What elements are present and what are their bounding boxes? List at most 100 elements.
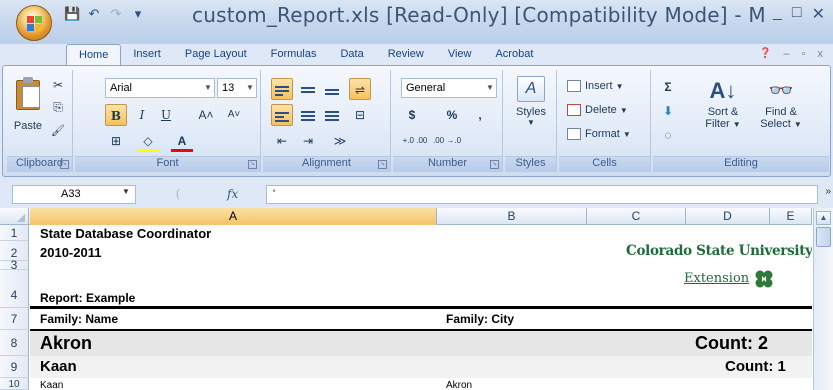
styles-button[interactable]: A Styles ▼ — [511, 76, 551, 127]
scroll-up-icon[interactable]: ▲ — [816, 211, 831, 225]
column-header-b[interactable]: B — [437, 208, 587, 225]
worksheet-grid: A B C D E 1 2 3 4 7 8 9 10 State Databas… — [0, 208, 833, 390]
tab-data[interactable]: Data — [328, 44, 375, 66]
align-right-button[interactable] — [321, 104, 343, 126]
tab-acrobat[interactable]: Acrobat — [483, 44, 545, 66]
close-button[interactable]: ✕ — [812, 4, 825, 24]
align-right-icon — [325, 110, 339, 122]
tab-formulas[interactable]: Formulas — [259, 44, 329, 66]
column-header-e[interactable]: E — [770, 208, 812, 225]
merge-center-button[interactable]: ⊟ — [349, 104, 371, 126]
shrink-font-button[interactable]: A˅ — [223, 104, 245, 126]
chevron-down-icon[interactable]: ▼ — [122, 187, 130, 196]
maximize-button[interactable]: □ — [792, 4, 802, 24]
format-painter-icon[interactable]: 🖌 — [49, 122, 67, 140]
subgroup-name: Kaan — [40, 358, 77, 375]
help-icon[interactable]: ❓ — [759, 48, 771, 60]
percent-button[interactable]: % — [441, 104, 463, 126]
align-middle-button[interactable] — [297, 78, 319, 100]
row-header[interactable]: 8 — [0, 330, 29, 356]
column-header-family-name: Family: Name — [40, 312, 119, 326]
align-center-button[interactable] — [297, 104, 319, 126]
italic-button[interactable]: I — [131, 104, 153, 126]
vertical-scrollbar[interactable]: ▲ — [813, 208, 833, 390]
insert-function-icon[interactable]: fx — [227, 187, 238, 201]
cells-group-label: Cells — [559, 156, 650, 172]
autosum-icon[interactable]: Σ — [659, 78, 677, 96]
orientation-button[interactable]: ≫ — [325, 130, 355, 152]
column-header-d[interactable]: D — [686, 208, 770, 225]
office-button[interactable] — [16, 5, 52, 41]
row-header[interactable]: 9 — [0, 356, 29, 378]
clear-icon[interactable]: ◌ — [659, 126, 677, 144]
ribbon-restore-button[interactable]: ▫ — [802, 48, 806, 60]
ribbon-close-button[interactable]: x — [818, 48, 824, 60]
number-group: General ▼ $ % , +.0 .00 .00 →.0 Number ↘ — [393, 70, 503, 172]
column-header-c[interactable]: C — [587, 208, 686, 225]
currency-button[interactable]: $ — [401, 104, 423, 126]
delete-cells-button[interactable]: Delete ▼ — [567, 100, 628, 120]
row-header[interactable]: 3 — [0, 259, 29, 271]
tab-page-layout[interactable]: Page Layout — [173, 44, 259, 66]
alignment-launcher-icon[interactable]: ↘ — [378, 160, 387, 169]
wrap-text-button[interactable]: ⇌ — [349, 78, 371, 100]
comma-button[interactable]: , — [469, 104, 491, 126]
redo-icon[interactable]: ↷ — [108, 6, 124, 22]
tab-insert[interactable]: Insert — [121, 44, 173, 66]
detail-city: Akron — [446, 380, 473, 390]
underline-button[interactable]: U — [155, 104, 177, 126]
insert-cells-button[interactable]: Insert ▼ — [567, 76, 624, 96]
increase-decimal-button[interactable]: +.0 .00 — [401, 130, 429, 152]
align-middle-icon — [301, 84, 315, 96]
align-bottom-button[interactable] — [321, 78, 343, 100]
decrease-decimal-button[interactable]: .00 →.0 — [433, 130, 461, 152]
format-cells-button[interactable]: Format ▼ — [567, 124, 631, 144]
row-header[interactable]: 1 — [0, 225, 29, 241]
delete-cells-icon — [567, 104, 581, 117]
cut-icon[interactable]: ✂ — [49, 76, 67, 94]
four-h-clover-icon: H — [755, 270, 773, 288]
select-all-button[interactable] — [0, 208, 29, 225]
font-launcher-icon[interactable]: ↘ — [248, 160, 257, 169]
expand-formula-bar-icon[interactable]: » — [825, 186, 831, 197]
undo-icon[interactable]: ↶ — [86, 6, 102, 22]
chevron-down-icon: ▼ — [486, 83, 494, 92]
align-left-icon — [275, 111, 289, 123]
formula-bar: A33 ▼ ( fx ' » — [0, 183, 833, 205]
font-name-dropdown[interactable]: Arial ▼ — [105, 78, 215, 98]
tab-view[interactable]: View — [436, 44, 484, 66]
border-button[interactable]: ⊞ — [105, 130, 127, 152]
find-select-button[interactable]: 👓 Find & Select ▼ — [753, 76, 809, 130]
row-header[interactable]: 7 — [0, 308, 29, 330]
fill-icon[interactable]: ⬇ — [659, 102, 677, 120]
name-box[interactable]: A33 — [12, 185, 136, 204]
office-logo-icon — [27, 16, 42, 31]
fill-color-button[interactable]: ◇ — [137, 130, 159, 152]
number-format-dropdown[interactable]: General ▼ — [401, 78, 497, 98]
minimize-button[interactable]: _ — [773, 4, 782, 24]
font-name-value: Arial — [110, 82, 133, 94]
grow-font-button[interactable]: A˄ — [195, 104, 217, 126]
row-header[interactable]: 4 — [0, 270, 29, 308]
save-icon[interactable]: 💾 — [64, 6, 80, 22]
clipboard-launcher-icon[interactable]: ↘ — [60, 160, 69, 169]
align-left-button[interactable] — [271, 104, 293, 126]
formula-input[interactable]: ' — [266, 185, 818, 204]
font-size-dropdown[interactable]: 13 ▼ — [217, 78, 257, 98]
align-top-button[interactable] — [271, 78, 293, 100]
paste-button[interactable]: Paste — [11, 76, 45, 132]
column-header-a[interactable]: A — [30, 208, 437, 225]
row-header[interactable]: 10 — [0, 378, 29, 390]
font-color-button[interactable]: A — [171, 130, 193, 152]
customize-qat-icon[interactable]: ▾ — [130, 6, 146, 22]
sort-filter-button[interactable]: A↓ Sort & Filter ▼ — [697, 76, 749, 130]
bold-button[interactable]: B — [105, 104, 127, 126]
tab-home[interactable]: Home — [66, 44, 122, 66]
ribbon-minimize-button[interactable]: – — [783, 48, 789, 60]
decrease-indent-button[interactable]: ⇤ — [271, 130, 293, 152]
number-launcher-icon[interactable]: ↘ — [490, 160, 499, 169]
increase-indent-button[interactable]: ⇥ — [297, 130, 319, 152]
scroll-thumb[interactable] — [816, 227, 831, 247]
tab-review[interactable]: Review — [376, 44, 436, 66]
copy-icon[interactable]: ⎘ — [49, 98, 67, 116]
